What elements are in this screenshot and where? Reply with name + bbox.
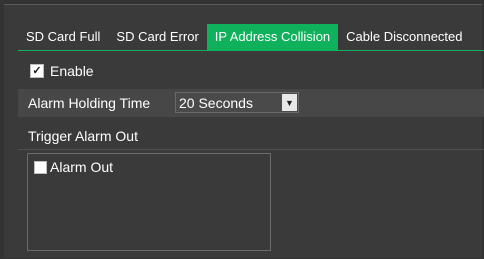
alarm-out-list: Alarm Out [27, 153, 271, 251]
enable-label: Enable [50, 63, 94, 79]
tab-bar: SD Card Full SD Card Error IP Address Co… [18, 24, 471, 50]
alarm-holding-select[interactable]: 20 Seconds ▼ [175, 92, 299, 113]
alarm-holding-value: 20 Seconds [179, 95, 253, 111]
alarm-holding-label: Alarm Holding Time [28, 95, 151, 111]
enable-row: ✓ Enable [30, 62, 94, 80]
alarm-out-item[interactable]: Alarm Out [34, 159, 113, 175]
chevron-down-icon[interactable]: ▼ [282, 94, 297, 111]
tab-sd-card-error[interactable]: SD Card Error [108, 24, 206, 50]
section-divider [18, 149, 484, 150]
alarm-out-label: Alarm Out [50, 159, 114, 175]
alarm-holding-row: Alarm Holding Time 20 Seconds ▼ [18, 89, 484, 117]
tab-divider [18, 50, 484, 51]
tab-cable-disconnected[interactable]: Cable Disconnected [338, 24, 470, 50]
tab-sd-card-full[interactable]: SD Card Full [18, 24, 108, 50]
alarm-out-checkbox[interactable] [34, 160, 47, 174]
enable-checkbox[interactable]: ✓ [30, 64, 44, 78]
tab-ip-address-collision[interactable]: IP Address Collision [206, 24, 339, 50]
trigger-alarm-out-label: Trigger Alarm Out [28, 128, 138, 144]
